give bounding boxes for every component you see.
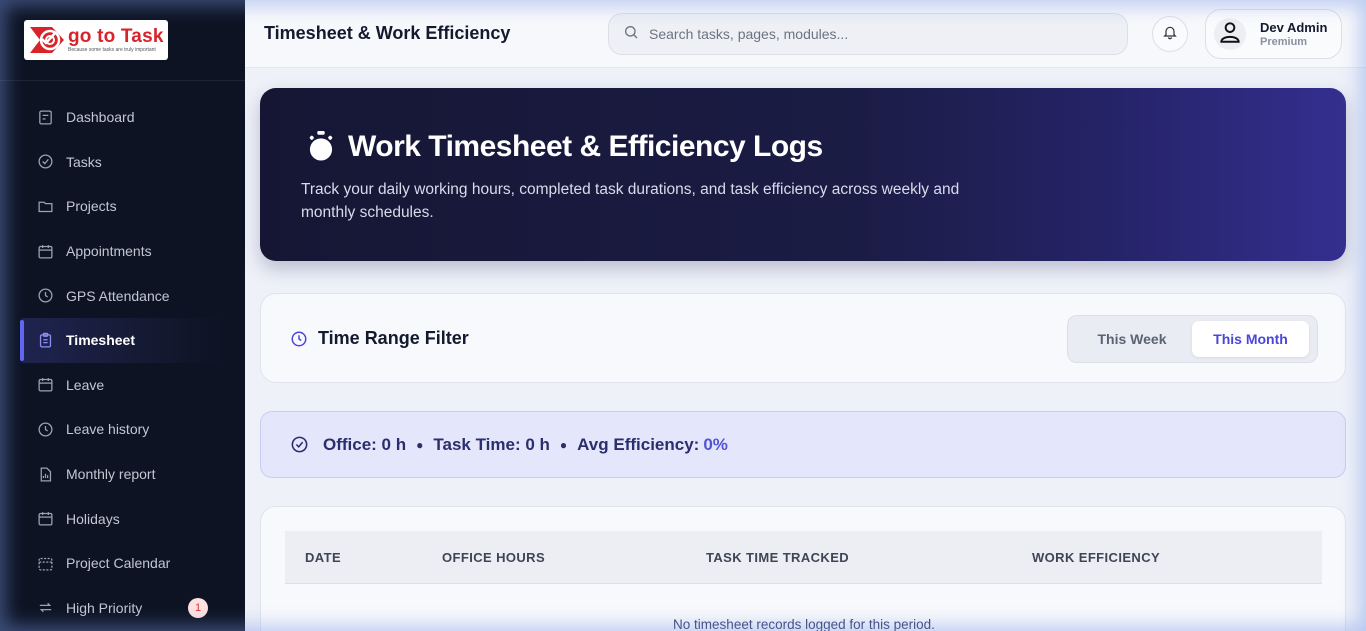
clock-icon (290, 330, 308, 348)
table-header: DATE OFFICE HOURS TASK TIME TRACKED WORK… (285, 531, 1322, 584)
efficiency-summary: Office: 0 h ● Task Time: 0 h ● Avg Effic… (260, 411, 1346, 478)
brand-name: go to Task (68, 26, 164, 47)
search-bar[interactable] (608, 13, 1128, 55)
sidebar-item-label: Dashboard (66, 109, 135, 126)
sidebar-item-high-priority[interactable]: High Priority 1 (20, 586, 225, 631)
time-range-toggle: This Week This Month (1067, 315, 1318, 363)
sidebar-item-label: Project Calendar (66, 555, 171, 572)
sidebar-item-label: Leave (66, 376, 105, 393)
sidebar-item-appointments[interactable]: Appointments (20, 229, 225, 274)
this-week-button[interactable]: This Week (1072, 321, 1192, 357)
clock-icon (36, 287, 54, 305)
filter-title: Time Range Filter (318, 328, 469, 348)
check-circle-icon (36, 153, 54, 171)
sidebar-item-timesheet[interactable]: Timesheet (20, 317, 225, 363)
search-icon (623, 24, 639, 45)
separator-dot: ● (416, 437, 424, 452)
sidebar-item-dashboard[interactable]: Dashboard (20, 95, 225, 140)
avg-efficiency-label: Avg Efficiency: (577, 434, 700, 454)
calendar-icon (36, 242, 54, 260)
column-header-office-hours[interactable]: OFFICE HOURS (442, 550, 545, 565)
sidebar-item-leave-history[interactable]: Leave history (20, 407, 225, 452)
sidebar-item-projects[interactable]: Projects (20, 184, 225, 229)
this-month-button[interactable]: This Month (1192, 321, 1309, 357)
target-logo-icon (28, 23, 66, 57)
time-range-filter-card: Time Range Filter This Week This Month (260, 293, 1346, 383)
sidebar-item-gps-attendance[interactable]: GPS Attendance (20, 273, 225, 318)
sidebar-item-label: Tasks (66, 153, 102, 170)
user-icon (1217, 19, 1243, 50)
user-plan: Premium (1260, 36, 1308, 48)
sidebar-item-leave[interactable]: Leave (20, 363, 225, 408)
stopwatch-icon (306, 131, 336, 163)
user-name: Dev Admin (1260, 20, 1328, 35)
calendar-icon (36, 376, 54, 394)
sidebar-item-label: GPS Attendance (66, 287, 170, 304)
empty-state-message: No timesheet records logged for this per… (673, 617, 935, 631)
sidebar-item-holidays[interactable]: Holidays (20, 496, 225, 541)
timesheet-table-card: DATE OFFICE HOURS TASK TIME TRACKED WORK… (260, 506, 1346, 631)
dashboard-icon (36, 108, 54, 126)
calendar-icon (36, 510, 54, 528)
separator-dot: ● (559, 437, 568, 452)
hero-banner: Work Timesheet & Efficiency Logs Track y… (260, 88, 1346, 261)
sidebar-item-tasks[interactable]: Tasks (20, 140, 225, 185)
check-circle-icon (290, 435, 309, 454)
search-input[interactable] (649, 26, 1089, 42)
clipboard-icon (36, 331, 54, 349)
hero-title: Work Timesheet & Efficiency Logs (348, 130, 823, 163)
task-time-summary: Task Time: 0 h (433, 434, 550, 454)
hero-description: Track your daily working hours, complete… (301, 181, 960, 221)
clock-icon (36, 420, 54, 438)
bell-icon (1162, 24, 1178, 45)
topbar: Timesheet & Work Efficiency Dev Admin Pr… (245, 0, 1366, 68)
sidebar-item-label: Leave history (66, 421, 150, 438)
arrows-icon (36, 599, 54, 617)
column-header-work-efficiency[interactable]: WORK EFFICIENCY (1032, 550, 1160, 565)
sidebar: go to Task Because some tasks are truly … (0, 0, 245, 631)
column-header-task-time[interactable]: TASK TIME TRACKED (706, 550, 849, 565)
sidebar-item-monthly-report[interactable]: Monthly report (20, 452, 225, 497)
avatar (1214, 18, 1246, 50)
sidebar-divider (0, 80, 245, 81)
sidebar-item-label: Timesheet (66, 332, 135, 349)
dashed-calendar-icon (36, 554, 54, 572)
notification-badge: 1 (188, 597, 208, 618)
sidebar-item-label: Projects (66, 198, 117, 215)
sidebar-nav: Dashboard Tasks Projects Appointments GP… (20, 95, 225, 630)
avg-efficiency-value: 0% (703, 434, 728, 454)
sidebar-item-label: Holidays (66, 510, 120, 527)
brand-logo[interactable]: go to Task Because some tasks are truly … (24, 20, 168, 60)
sidebar-item-label: Monthly report (66, 466, 156, 483)
page-title: Timesheet & Work Efficiency (264, 23, 511, 43)
folder-icon (36, 197, 54, 215)
user-menu[interactable]: Dev Admin Premium (1205, 9, 1342, 59)
brand-tagline: Because some tasks are truly important (68, 47, 156, 53)
notifications-button[interactable] (1152, 16, 1188, 52)
office-hours-summary: Office: 0 h (323, 434, 407, 454)
column-header-date[interactable]: DATE (305, 550, 341, 565)
sidebar-item-label: Appointments (66, 243, 152, 260)
report-icon (36, 465, 54, 483)
sidebar-item-label: High Priority (66, 599, 143, 616)
sidebar-item-project-calendar[interactable]: Project Calendar (20, 541, 225, 586)
